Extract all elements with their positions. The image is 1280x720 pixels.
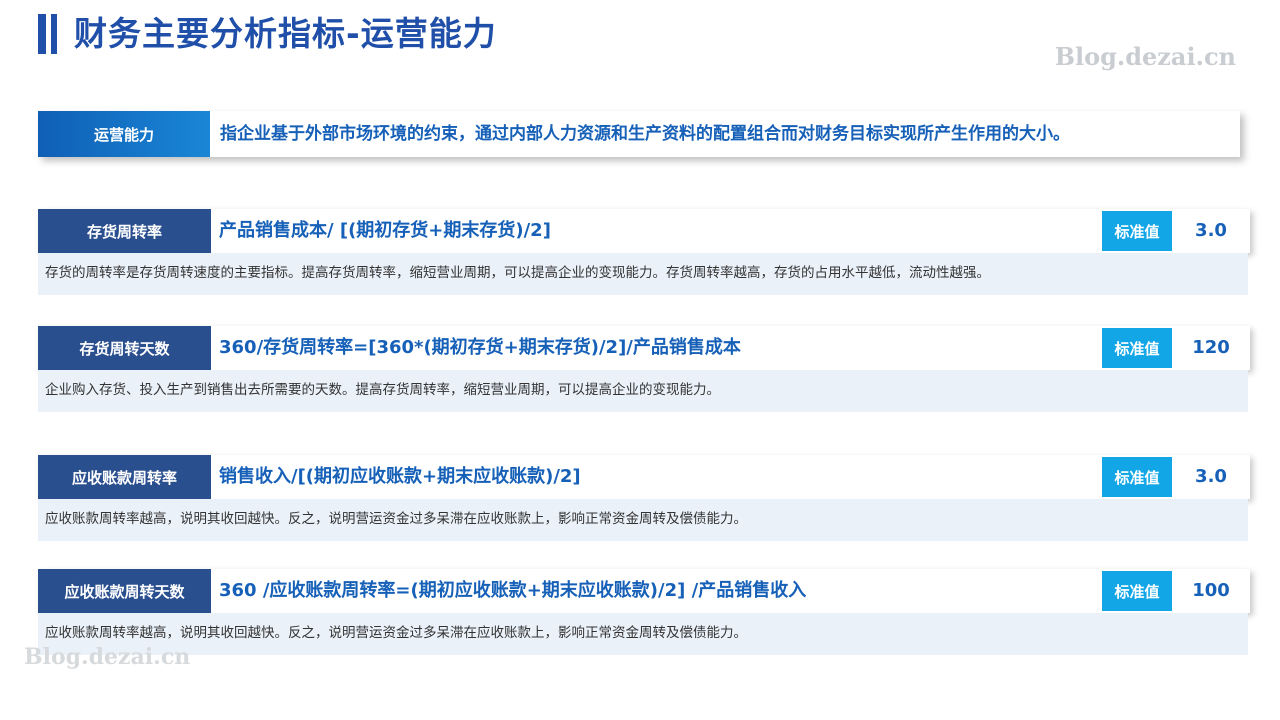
metric-formula: 360 /应收账款周转率=(期初应收账款+期末应收账款)/2] /产品销售收入 [219,580,807,601]
metric-formula: 360/存货周转率=[360*(期初存货+期末存货)/2]/产品销售成本 [219,337,741,358]
metric-header: 存货周转率 产品销售成本/ [(期初存货+期末存货)/2] 标准值 3.0 [38,209,1250,253]
watermark-top: Blog.dezai.cn [1054,42,1236,71]
metric-header: 存货周转天数 360/存货周转率=[360*(期初存货+期末存货)/2]/产品销… [38,326,1250,370]
metric-label: 存货周转天数 [38,326,211,370]
metric-inventory-turnover: 存货周转率 产品销售成本/ [(期初存货+期末存货)/2] 标准值 3.0 存货… [38,209,1250,297]
standard-value-badge: 标准值 [1102,328,1172,368]
title-accent-bars [38,14,60,54]
standard-value-badge: 标准值 [1102,571,1172,611]
page-title: 财务主要分析指标-运营能力 [74,14,497,53]
metric-description: 存货的周转率是存货周转速度的主要指标。提高存货周转率，缩短营业周期，可以提高企业… [38,253,1248,295]
metric-label: 应收账款周转率 [38,455,211,499]
standard-value: 3.0 [1195,220,1227,241]
definition-label: 运营能力 [38,111,210,157]
metric-description: 企业购入存货、投入生产到销售出去所需要的天数。提高存货周转率，缩短营业周期，可以… [38,370,1248,412]
metric-formula: 销售收入/[(期初应收账款+期末应收账款)/2] [219,466,581,487]
metric-description: 应收账款周转率越高，说明其收回越快。反之，说明营运资金过多呆滞在应收账款上，影响… [38,613,1248,655]
metric-formula: 产品销售成本/ [(期初存货+期末存货)/2] [219,220,551,241]
standard-value-badge: 标准值 [1102,211,1172,251]
metric-header: 应收账款周转率 销售收入/[(期初应收账款+期末应收账款)/2] 标准值 3.0 [38,455,1250,499]
title-accent-bar [51,14,57,54]
standard-value-badge: 标准值 [1102,457,1172,497]
metric-label: 存货周转率 [38,209,211,253]
definition-text: 指企业基于外部市场环境的约束，通过内部人力资源和生产资料的配置组合而对财务目标实… [220,124,1070,144]
metric-header: 应收账款周转天数 360 /应收账款周转率=(期初应收账款+期末应收账款)/2]… [38,569,1250,613]
definition-row: 运营能力 指企业基于外部市场环境的约束，通过内部人力资源和生产资料的配置组合而对… [38,111,1240,157]
metric-receivables-days: 应收账款周转天数 360 /应收账款周转率=(期初应收账款+期末应收账款)/2]… [38,569,1250,657]
title-accent-bar [38,14,46,54]
standard-value: 120 [1192,337,1230,358]
metric-inventory-days: 存货周转天数 360/存货周转率=[360*(期初存货+期末存货)/2]/产品销… [38,326,1250,414]
standard-value: 3.0 [1195,466,1227,487]
metric-receivables-turnover: 应收账款周转率 销售收入/[(期初应收账款+期末应收账款)/2] 标准值 3.0… [38,455,1250,543]
standard-value: 100 [1192,580,1230,601]
metric-description: 应收账款周转率越高，说明其收回越快。反之，说明营运资金过多呆滞在应收账款上，影响… [38,499,1248,541]
watermark-bottom: Blog.dezai.cn [24,644,191,670]
metric-label: 应收账款周转天数 [38,569,211,613]
